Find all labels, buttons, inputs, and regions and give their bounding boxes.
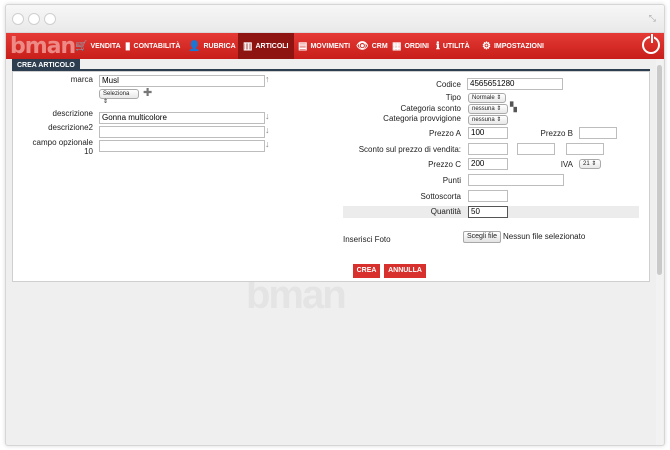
plus-icon[interactable]: ✚ <box>143 86 152 99</box>
nav-label: RUBRICA <box>203 42 236 50</box>
arrow-down-icon[interactable]: ↓ <box>265 125 270 135</box>
nav-rubrica[interactable]: 👤 RUBRICA <box>188 33 236 59</box>
annulla-button[interactable]: ANNULLA <box>384 264 426 278</box>
select-value: Normale <box>472 95 495 101</box>
file-status: Nessun file selezionato <box>503 232 586 241</box>
nav-impostazioni[interactable]: ⚙ IMPOSTAZIONI <box>482 33 544 59</box>
iva-label: IVA <box>560 160 573 169</box>
window-maximize-dot[interactable] <box>44 13 56 25</box>
nav-articoli[interactable]: ▥ ARTICOLI <box>238 33 294 59</box>
tab-bar: CREA ARTICOLO <box>12 59 650 72</box>
campo-opzionale-input[interactable] <box>99 140 265 152</box>
nav-label: VENDITA <box>90 42 121 50</box>
logo: bman <box>10 34 76 59</box>
quantita-label: Quantità <box>430 207 461 216</box>
tipo-select[interactable]: Normale ⇕ <box>468 93 506 103</box>
barcode-icon: ▥ <box>243 40 253 52</box>
user-icon: 👤 <box>188 40 201 52</box>
descrizione2-label: descrizione2 <box>48 123 93 132</box>
quantita-input[interactable]: 50 <box>468 206 508 218</box>
article-form: marca Musl ↑ Seleziona ⇕ ✚ descrizione G… <box>12 71 650 282</box>
arrow-up-icon[interactable]: ↑ <box>265 74 270 84</box>
prezzo-b-label: Prezzo B <box>540 129 573 138</box>
nav-ordini[interactable]: ▦ ORDINI <box>392 33 429 59</box>
sconto-input-3[interactable] <box>566 143 604 155</box>
select-value: nessuna <box>472 117 495 123</box>
grid-icon[interactable]: ▚ <box>510 102 517 113</box>
marca-label: marca <box>70 75 93 84</box>
select-value: nessuna <box>472 106 495 112</box>
sconto-label: Sconto sul prezzo di vendita: <box>358 145 461 154</box>
marca-select[interactable]: Seleziona ⇕ <box>99 89 139 105</box>
prezzo-a-label: Prezzo A <box>428 129 461 138</box>
prezzo-b-input[interactable] <box>579 127 617 139</box>
campo-opzionale-label: campo opzionale 10 <box>32 138 93 156</box>
nav-label: UTILITÀ <box>442 42 470 50</box>
tipo-label: Tipo <box>445 93 461 102</box>
cart-icon: 🛒 <box>75 40 88 52</box>
select-value: Seleziona <box>103 91 130 97</box>
nav-label: CONTABILITÀ <box>133 42 181 50</box>
iva-select[interactable]: 21 ⇕ <box>579 159 601 169</box>
nav-vendita[interactable]: 🛒 VENDITA <box>75 33 121 59</box>
categoria-sconto-select[interactable]: nessuna ⇕ <box>468 104 508 114</box>
window-minimize-dot[interactable] <box>28 13 40 25</box>
power-icon[interactable] <box>642 34 660 54</box>
marca-input[interactable]: Musl <box>99 75 265 87</box>
list-icon: ▤ <box>298 40 308 52</box>
choose-file-button[interactable]: Scegli file <box>463 231 501 243</box>
eye-icon: 👁 <box>356 40 369 52</box>
sconto-input-1[interactable] <box>468 143 508 155</box>
categoria-provvigione-select[interactable]: nessuna ⇕ <box>468 115 508 125</box>
nav-label: IMPOSTAZIONI <box>493 42 545 50</box>
select-value: 21 <box>583 161 590 167</box>
window-close-dot[interactable] <box>12 13 24 25</box>
sottoscorta-label: Sottoscorta <box>420 192 461 201</box>
prezzo-a-input[interactable]: 100 <box>468 127 508 139</box>
nav-label: CRM <box>371 42 388 50</box>
app-window: ⤡ bman 🛒 VENDITA ▮ CONTABILITÀ 👤 RUBRICA… <box>5 4 665 446</box>
info-icon: ℹ <box>436 40 440 52</box>
arrow-down-icon[interactable]: ↓ <box>265 111 270 121</box>
codice-input[interactable]: 4565651280 <box>467 78 563 90</box>
nav-crm[interactable]: 👁 CRM <box>356 33 388 59</box>
nav-label: MOVIMENTI <box>310 42 351 50</box>
nav-label: ARTICOLI <box>255 42 289 50</box>
descrizione2-input[interactable] <box>99 126 265 138</box>
punti-input[interactable] <box>468 174 564 186</box>
arrow-down-icon[interactable]: ↓ <box>265 139 270 149</box>
orders-icon: ▦ <box>392 40 402 52</box>
prezzo-c-input[interactable]: 200 <box>468 158 508 170</box>
prezzo-c-label: Prezzo C <box>428 160 461 169</box>
nav-utilita[interactable]: ℹ UTILITÀ <box>436 33 470 59</box>
descrizione-input[interactable]: Gonna multicolore <box>99 112 265 124</box>
punti-label: Punti <box>442 176 461 185</box>
inserisci-foto-label: Inserisci Foto <box>343 235 391 244</box>
descrizione-label: descrizione <box>52 109 93 118</box>
codice-label: Codice <box>436 80 461 89</box>
nav-movimenti[interactable]: ▤ MOVIMENTI <box>298 33 350 59</box>
crea-button[interactable]: CREA <box>353 264 380 278</box>
resize-icon[interactable]: ⤡ <box>649 13 656 24</box>
main-nav: bman 🛒 VENDITA ▮ CONTABILITÀ 👤 RUBRICA ▥… <box>6 33 664 59</box>
sconto-input-2[interactable] <box>517 143 555 155</box>
scrollbar-thumb[interactable] <box>657 65 662 275</box>
categoria-provvigione-label: Categoria provvigione <box>383 114 461 123</box>
nav-contabilita[interactable]: ▮ CONTABILITÀ <box>125 33 180 59</box>
title-bar: ⤡ <box>6 5 664 33</box>
nav-label: ORDINI <box>404 42 429 50</box>
document-icon: ▮ <box>125 40 131 52</box>
categoria-sconto-label: Categoria sconto <box>400 104 461 113</box>
gear-icon: ⚙ <box>482 40 491 52</box>
sottoscorta-input[interactable] <box>468 190 508 202</box>
